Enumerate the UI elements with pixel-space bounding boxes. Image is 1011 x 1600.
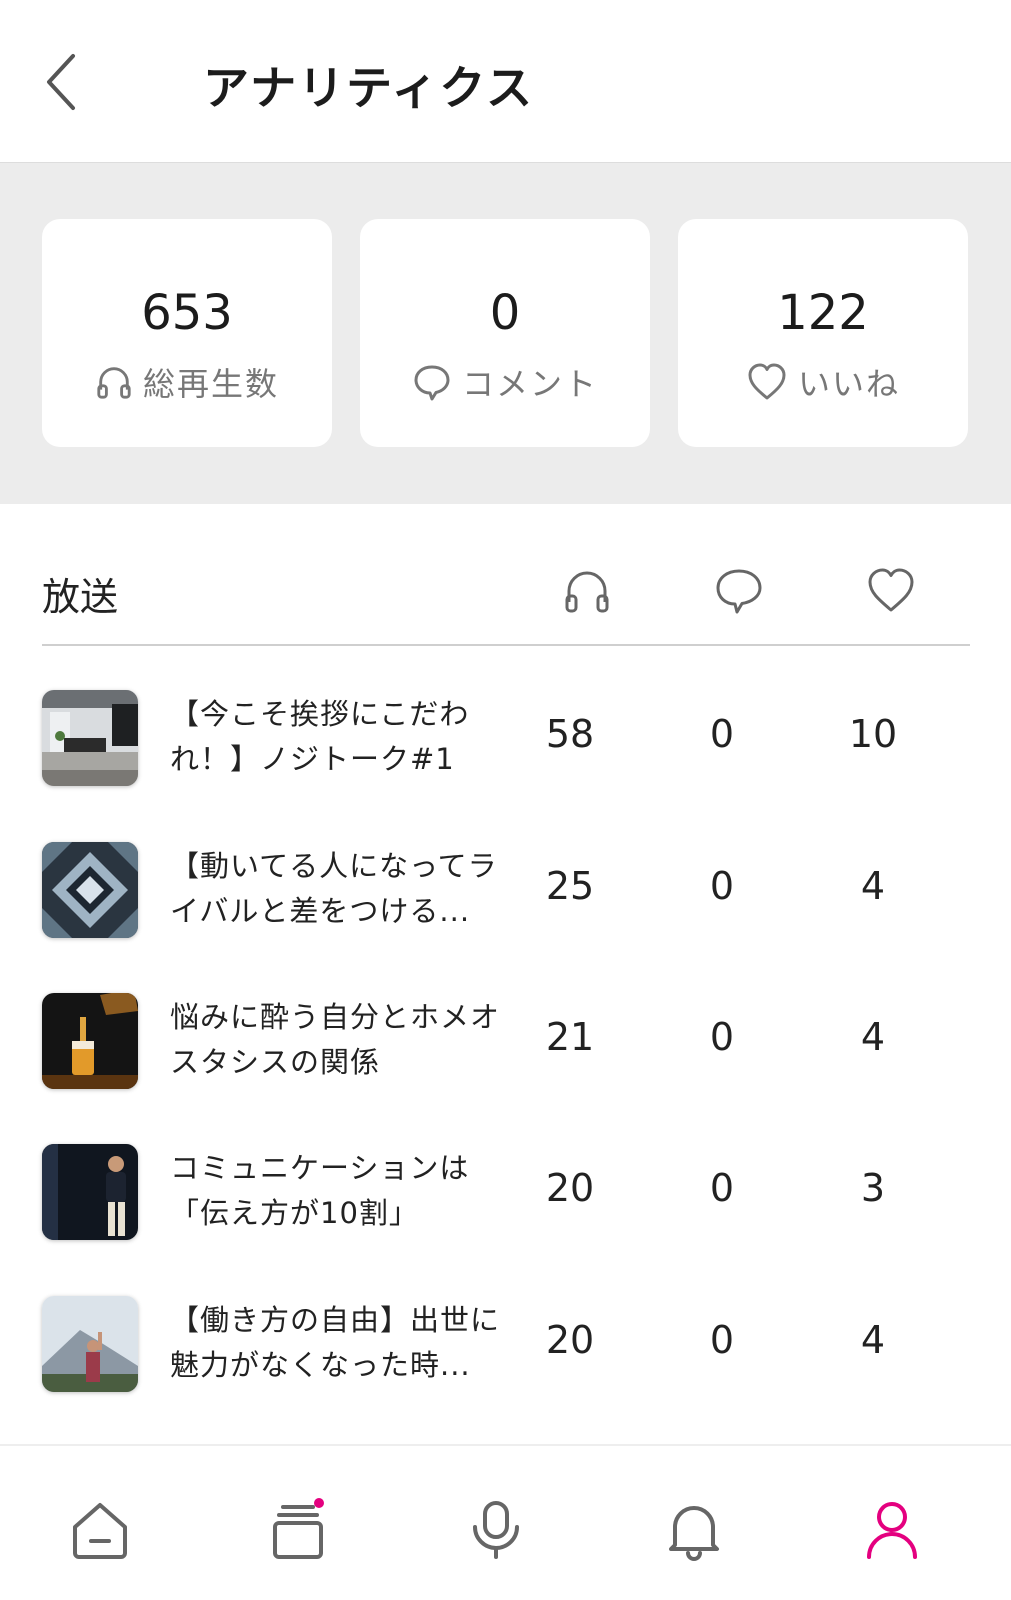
chevron-left-icon — [47, 54, 75, 110]
total-plays-label: 総再生数 — [142, 365, 279, 403]
list-title: 放送 — [42, 575, 119, 619]
tab-record[interactable] — [456, 1490, 536, 1570]
stat-card-likes: 122 いいね — [678, 219, 968, 447]
total-plays-value: 653 — [141, 285, 233, 341]
comments-count: 0 — [709, 1318, 735, 1362]
library-icon — [273, 1505, 323, 1559]
total-likes-label: いいね — [797, 365, 900, 403]
likes-count: 3 — [860, 1166, 886, 1210]
likes-count: 4 — [860, 1015, 886, 1059]
episode-title: 悩みに酔う自分とホメオスタシスの関係 — [170, 1000, 501, 1079]
episode-title: 【働き方の自由】出世に魅力がなくなった時... — [170, 1303, 501, 1382]
list-item[interactable]: 【動いてる人になってライバルと差をつける... 25 0 4 — [42, 842, 970, 942]
comment-icon — [414, 365, 450, 401]
plays-count: 20 — [545, 1318, 595, 1362]
tab-home[interactable] — [60, 1490, 140, 1570]
episode-thumbnail — [42, 993, 138, 1089]
episode-title: 【今こそ挨拶にこだわれ！】ノジトーク#1 — [170, 697, 470, 776]
comment-icon — [716, 569, 762, 614]
plays-count: 25 — [545, 864, 595, 908]
episode-thumbnail — [42, 690, 138, 786]
list-item[interactable]: 【今こそ挨拶にこだわれ！】ノジトーク#1 58 0 10 — [42, 690, 970, 790]
microphone-icon — [473, 1501, 519, 1559]
back-button[interactable] — [36, 50, 86, 114]
total-comments-value: 0 — [489, 285, 521, 341]
home-icon — [73, 1503, 127, 1559]
episode-thumbnail — [42, 1296, 138, 1392]
episode-title: コミュニケーションは「伝え方が10割」 — [170, 1151, 470, 1230]
likes-count: 4 — [860, 864, 886, 908]
stat-card-plays: 653 総再生数 — [42, 219, 332, 447]
tab-profile[interactable] — [852, 1490, 932, 1570]
profile-icon — [867, 1502, 917, 1559]
comments-count: 0 — [709, 1015, 735, 1059]
plays-count: 21 — [545, 1015, 595, 1059]
comments-count: 0 — [709, 864, 735, 908]
episode-thumbnail — [42, 842, 138, 938]
broadcast-list-header: 放送 — [42, 560, 970, 646]
bottom-tab-bar — [0, 1444, 1011, 1600]
headphones-icon — [97, 367, 131, 399]
page-title: アナリティクス — [203, 61, 534, 115]
notification-dot — [314, 1498, 324, 1508]
stat-card-comments: 0 コメント — [360, 219, 650, 447]
total-comments-label: コメント — [461, 365, 598, 403]
heart-icon — [748, 363, 786, 400]
list-item[interactable]: 【働き方の自由】出世に魅力がなくなった時... 20 0 4 — [42, 1296, 970, 1396]
list-item[interactable]: コミュニケーションは「伝え方が10割」 20 0 3 — [42, 1144, 970, 1244]
total-likes-value: 122 — [777, 285, 869, 341]
episode-thumbnail — [42, 1144, 138, 1240]
tab-notifications[interactable] — [654, 1490, 734, 1570]
plays-count: 58 — [545, 712, 595, 756]
likes-count: 4 — [860, 1318, 886, 1362]
plays-count: 20 — [545, 1166, 595, 1210]
heart-icon — [868, 568, 914, 612]
headphones-icon — [565, 571, 609, 613]
comments-count: 0 — [709, 712, 735, 756]
bell-icon — [669, 1506, 719, 1561]
comments-count: 0 — [709, 1166, 735, 1210]
summary-section: 653 総再生数 0 コメント 122 いいね — [0, 162, 1011, 504]
tab-library[interactable] — [258, 1490, 338, 1570]
app-header: アナリティクス — [0, 0, 1011, 162]
likes-count: 10 — [848, 712, 898, 756]
episode-title: 【動いてる人になってライバルと差をつける... — [170, 849, 498, 928]
list-item[interactable]: 悩みに酔う自分とホメオスタシスの関係 21 0 4 — [42, 993, 970, 1093]
